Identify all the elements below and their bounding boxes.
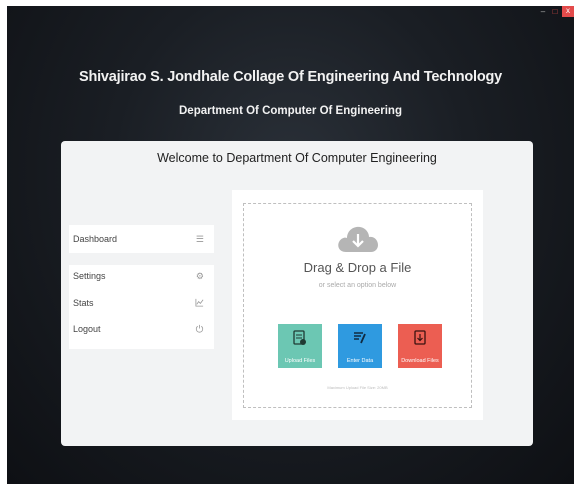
power-icon [195,324,204,335]
upload-area: Drag & Drop a File or select an option b… [232,190,483,420]
sidebar-item-label: Stats [73,298,94,308]
sidebar-item-label: Logout [73,324,101,334]
close-button[interactable]: x [562,6,574,17]
sidebar-item-stats[interactable]: Stats [69,292,214,314]
sidebar-item-settings[interactable]: Settings ⚙ [69,265,214,287]
department-title: Department Of Computer Of Engineering [179,105,402,117]
sidebar-item-dashboard[interactable]: Dashboard ☰ [69,228,214,250]
maximize-button[interactable]: □ [550,7,560,17]
upload-files-button[interactable]: Upload Files [278,324,322,368]
sidebar-item-label: Settings [73,271,106,281]
sidebar-card-options: Settings ⚙ Stats Logout [69,265,214,349]
minimize-button[interactable]: – [538,7,548,17]
download-files-label: Download Files [401,358,439,364]
drag-drop-title: Drag & Drop a File [303,260,412,275]
welcome-heading: Welcome to Department Of Computer Engine… [157,151,437,165]
sidebar-item-label: Dashboard [73,234,118,244]
upload-size-note: Maximum Upload File Size: 20MB [327,385,388,390]
drop-zone[interactable]: Drag & Drop a File or select an option b… [243,203,472,408]
file-upload-icon [293,330,307,348]
sidebar-card-dashboard: Dashboard ☰ [69,225,214,253]
enter-data-button[interactable]: Enter Data [338,324,382,368]
file-download-icon [414,330,426,347]
drag-drop-subtitle: or select an option below [318,282,397,289]
enter-data-label: Enter Data [346,358,374,364]
app-window: – □ x Shivajirao S. Jondhale Collage Of … [7,6,574,484]
college-title: Shivajirao S. Jondhale Collage Of Engine… [78,69,503,85]
main-panel: Welcome to Department Of Computer Engine… [61,141,533,446]
cloud-download-icon [336,224,380,259]
edit-list-icon [353,330,367,346]
gear-icon: ⚙ [195,270,204,281]
sidebar-item-logout[interactable]: Logout [69,318,214,340]
menu-icon: ☰ [195,233,204,244]
download-files-button[interactable]: Download Files [398,324,442,368]
upload-files-label: Upload Files [284,358,316,364]
chart-icon [195,298,204,309]
window-controls: – □ x [538,6,574,17]
